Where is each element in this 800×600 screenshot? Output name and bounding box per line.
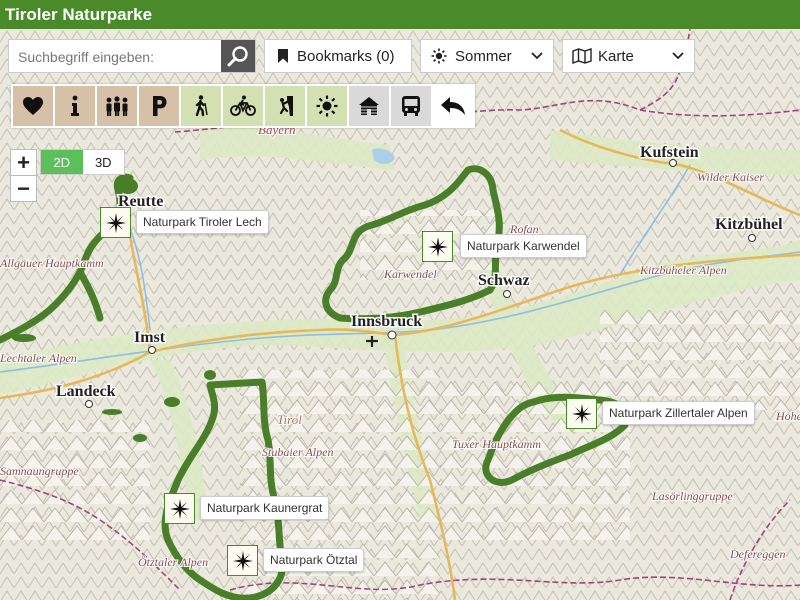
view-2d-button[interactable]: 2D — [41, 150, 83, 174]
favorites-filter-button[interactable] — [13, 86, 53, 126]
region-label: Lasörlinggruppe — [651, 489, 733, 503]
bike-icon — [230, 95, 256, 116]
huts-filter-button[interactable] — [349, 86, 389, 126]
map-type-selected: Karte — [598, 47, 634, 65]
info-icon — [71, 95, 79, 116]
park-label: Naturpark Ötztal — [263, 548, 365, 572]
park-label: Naturpark Zillertaler Alpen — [602, 401, 755, 425]
town-label: Innsbruck — [351, 313, 422, 330]
park-label: Naturpark Tiroler Lech — [136, 210, 269, 234]
town-label: Landeck — [56, 383, 116, 400]
zoom-in-button[interactable]: + — [11, 150, 36, 175]
season-select[interactable]: Sommer — [420, 39, 554, 73]
region-label: Stubaier Alpen — [262, 445, 333, 459]
region-label: Karwendel — [383, 267, 437, 281]
app-title: Tiroler Naturparke — [0, 0, 800, 29]
chevron-down-icon — [672, 52, 684, 60]
edelweiss-icon — [227, 545, 258, 576]
town-label: Kufstein — [640, 144, 699, 161]
climbing-icon — [279, 96, 293, 116]
search-bar — [8, 39, 256, 74]
info-filter-button[interactable] — [55, 86, 95, 126]
edelweiss-icon — [100, 207, 131, 238]
zoom-control: + − — [10, 149, 37, 202]
climbing-filter-button[interactable] — [265, 86, 305, 126]
region-label: Lechtaler Alpen — [0, 351, 77, 365]
bus-icon — [402, 96, 420, 116]
view-3d-button[interactable]: 3D — [82, 150, 124, 174]
bookmarks-label: Bookmarks (0) — [297, 47, 395, 65]
edelweiss-icon — [566, 398, 597, 429]
season-selected: Sommer — [455, 47, 512, 65]
park-label: Naturpark Kaunergrat — [200, 496, 330, 520]
region-label: Samnaungruppe — [0, 464, 79, 478]
map-type-select[interactable]: Karte — [562, 39, 695, 73]
region-label: Defereggen — [729, 547, 786, 561]
sun-icon — [316, 95, 338, 117]
hut-icon — [359, 97, 379, 115]
heart-icon — [23, 97, 43, 115]
sun-icon — [431, 48, 447, 64]
region-label: Allgäuer Hauptkamm — [0, 256, 104, 270]
people-icon — [106, 96, 128, 116]
edelweiss-icon — [422, 231, 453, 262]
region-label: Ötztaler Alpen — [138, 554, 208, 569]
region-label: Tirol — [277, 412, 302, 427]
bookmark-icon — [278, 49, 288, 63]
park-label: Naturpark Karwendel — [460, 234, 587, 258]
parking-icon — [153, 96, 167, 116]
bus-filter-button[interactable] — [391, 86, 431, 126]
zoom-out-button[interactable]: − — [11, 175, 36, 201]
edelweiss-icon — [164, 493, 195, 524]
bookmarks-button[interactable]: Bookmarks (0) — [264, 39, 412, 73]
back-arrow-icon — [441, 97, 465, 115]
region-label: Hohe — [775, 409, 800, 423]
town-label: Imst — [134, 329, 166, 346]
hiker-icon — [195, 95, 208, 117]
summer-filter-button[interactable] — [307, 86, 347, 126]
search-button[interactable] — [221, 40, 255, 72]
region-label: Wilder Kaiser — [697, 170, 764, 184]
hiking-filter-button[interactable] — [181, 86, 221, 126]
groups-filter-button[interactable] — [97, 86, 137, 126]
town-label: Schwaz — [478, 272, 530, 289]
search-icon — [227, 46, 248, 67]
parking-filter-button[interactable] — [139, 86, 179, 126]
map-icon — [572, 48, 592, 64]
town-label: Kitzbühel — [715, 216, 783, 233]
category-toolbar — [11, 84, 475, 128]
region-label: Kitzbüheler Alpen — [639, 263, 727, 277]
view-mode-toggle: 2D 3D — [40, 149, 125, 175]
search-input[interactable] — [9, 40, 225, 74]
chevron-down-icon — [531, 52, 543, 60]
cycling-filter-button[interactable] — [223, 86, 263, 126]
region-label: Tuxer Hauptkamm — [452, 437, 541, 451]
back-button[interactable] — [433, 86, 473, 126]
